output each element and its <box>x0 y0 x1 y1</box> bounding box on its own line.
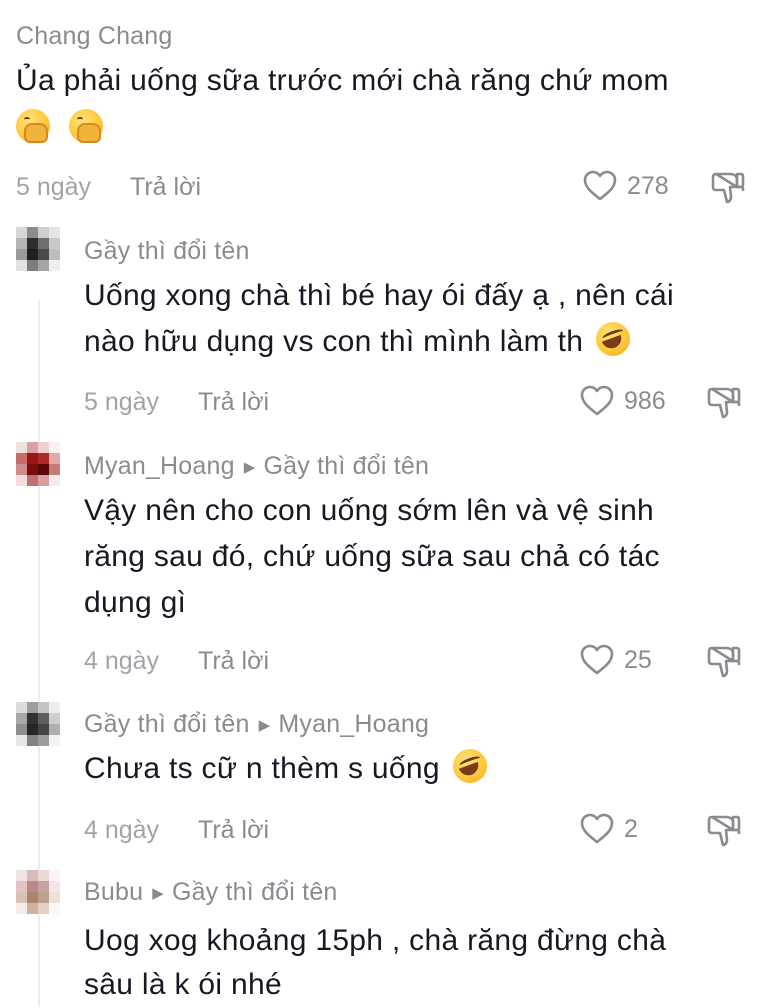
reply-to-username[interactable]: Gầy thì đổi tên <box>172 878 338 906</box>
hand-over-mouth-emoji-icon <box>68 109 103 143</box>
heart-outline-icon <box>580 385 614 416</box>
comment-emoji-row <box>16 106 103 152</box>
comment-text: Vậy nên cho con uống sớm lên và vệ sinh <box>84 494 655 527</box>
heart-outline-icon <box>580 813 614 844</box>
reply-button[interactable]: Trả lời <box>198 388 269 417</box>
like-button[interactable]: 986 <box>580 385 666 417</box>
comment-text: răng sau đó, chứ uống sữa sau chả có tác <box>84 540 660 573</box>
thumbs-down-outline-icon[interactable] <box>706 813 742 849</box>
rolling-on-floor-laughing-emoji-icon <box>452 749 487 783</box>
comment-age: 4 ngày <box>84 816 160 844</box>
comment-username-row: Gầy thì đổi tên ▶ Myan_Hoang <box>84 710 429 739</box>
comment-item: Chang Chang Ủa phải uống sữa trước mới c… <box>0 0 780 230</box>
triangle-right-icon: ▶ <box>152 885 164 902</box>
thumbs-down-outline-icon[interactable] <box>706 644 742 680</box>
avatar[interactable] <box>16 442 60 486</box>
comment-item: Gầy thì đổi tên Uống xong chà thì bé hay… <box>0 225 780 435</box>
triangle-right-icon: ▶ <box>243 459 256 476</box>
like-count: 278 <box>627 171 669 200</box>
comment-text: dụng gì <box>84 586 187 619</box>
comment-text: Uống xong chà thì bé hay ói đấy ạ , nên … <box>84 279 674 312</box>
like-button[interactable]: 25 <box>580 644 652 676</box>
avatar[interactable] <box>16 870 60 914</box>
comment-username[interactable]: Bubu <box>84 878 143 906</box>
avatar[interactable] <box>16 227 60 271</box>
comment-username-row: Bubu ▶ Gầy thì đổi tên <box>84 878 338 907</box>
reply-button[interactable]: Trả lời <box>198 816 269 845</box>
reply-button[interactable]: Trả lời <box>198 647 269 676</box>
comment-text: Uog xog khoảng 15ph , chà răng đừng chà <box>84 924 667 957</box>
reply-to-username[interactable]: Gầy thì đổi tên <box>263 452 429 480</box>
comment-item: Myan_Hoang ▶ Gầy thì đổi tên Vậy nên cho c… <box>0 440 780 695</box>
comment-text: sâu là k ói nhé <box>84 968 282 1001</box>
like-count: 986 <box>624 386 666 415</box>
like-count: 25 <box>624 645 652 674</box>
like-count: 2 <box>624 814 638 843</box>
rolling-on-floor-laughing-emoji-icon <box>595 322 630 356</box>
heart-outline-icon <box>580 644 614 675</box>
triangle-right-icon: ▶ <box>258 717 271 734</box>
heart-outline-icon <box>583 170 617 201</box>
reply-button[interactable]: Trả lời <box>130 173 201 202</box>
reply-to-username[interactable]: Myan_Hoang <box>278 710 429 738</box>
avatar[interactable] <box>16 702 60 746</box>
comment-text: nào hữu dụng vs con thì mình làm th <box>84 319 630 365</box>
thumbs-down-outline-icon[interactable] <box>706 385 742 421</box>
hand-over-mouth-emoji-icon <box>16 109 50 143</box>
thumbs-down-outline-icon[interactable] <box>710 170 746 206</box>
comment-age: 4 ngày <box>84 647 160 675</box>
comment-text: Chưa ts cữ n thèm s uống <box>84 746 487 792</box>
comment-text: Ủa phải uống sữa trước mới chà răng chứ … <box>16 64 669 97</box>
comment-item: Bubu ▶ Gầy thì đổi tên Uog xog khoảng 15ph… <box>0 866 780 1007</box>
comment-username[interactable]: Chang Chang <box>16 22 173 51</box>
comment-username-row: Myan_Hoang ▶ Gầy thì đổi tên <box>84 452 429 481</box>
comment-item: Gầy thì đổi tên ▶ Myan_Hoang Chưa ts cữ n … <box>0 698 780 866</box>
comment-username[interactable]: Gầy thì đổi tên <box>84 237 250 266</box>
comment-age: 5 ngày <box>16 173 92 201</box>
comment-username[interactable]: Gầy thì đổi tên <box>84 710 250 738</box>
comment-age: 5 ngày <box>84 388 160 416</box>
comment-username[interactable]: Myan_Hoang <box>84 452 235 480</box>
like-button[interactable]: 2 <box>580 813 638 845</box>
like-button[interactable]: 278 <box>583 170 669 202</box>
